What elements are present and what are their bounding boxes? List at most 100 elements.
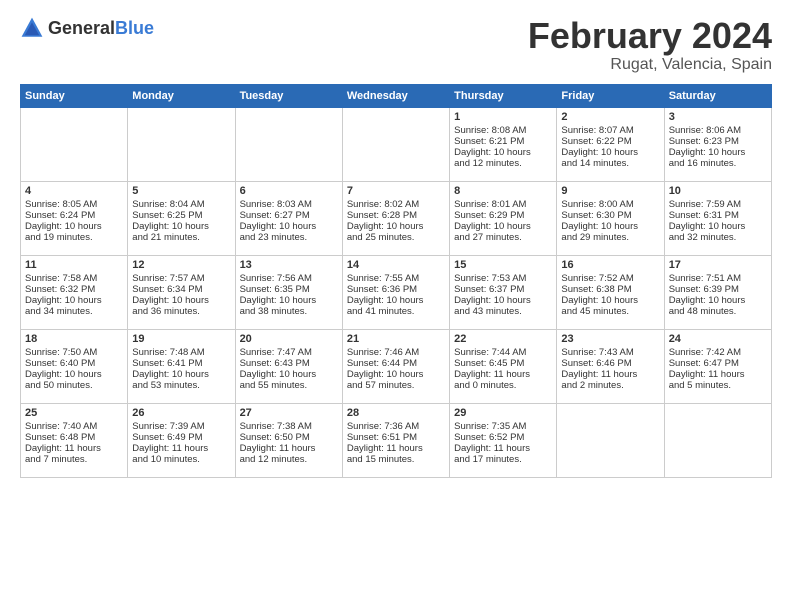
day-info-line: Daylight: 10 hours xyxy=(669,147,767,158)
day-info-line: Sunset: 6:46 PM xyxy=(561,358,659,369)
day-info-line: Sunrise: 7:35 AM xyxy=(454,421,552,432)
day-info-line: and 34 minutes. xyxy=(25,306,123,317)
day-info-line: Sunset: 6:27 PM xyxy=(240,210,338,221)
day-info-line: Sunrise: 7:46 AM xyxy=(347,347,445,358)
day-info-line: Sunrise: 7:40 AM xyxy=(25,421,123,432)
day-info-line: Sunrise: 7:50 AM xyxy=(25,347,123,358)
day-number: 20 xyxy=(240,333,338,345)
day-info-line: and 12 minutes. xyxy=(454,158,552,169)
day-info-line: and 32 minutes. xyxy=(669,232,767,243)
day-info-line: Sunrise: 7:59 AM xyxy=(669,199,767,210)
day-info-line: Daylight: 10 hours xyxy=(25,221,123,232)
day-info-line: Daylight: 10 hours xyxy=(454,295,552,306)
day-number: 3 xyxy=(669,111,767,123)
day-number: 17 xyxy=(669,259,767,271)
day-info-line: Daylight: 10 hours xyxy=(25,369,123,380)
day-info-line: Sunrise: 7:58 AM xyxy=(25,273,123,284)
weekday-header-row: Sunday Monday Tuesday Wednesday Thursday… xyxy=(21,84,772,107)
calendar-week-5: 25Sunrise: 7:40 AMSunset: 6:48 PMDayligh… xyxy=(21,403,772,477)
calendar-cell: 13Sunrise: 7:56 AMSunset: 6:35 PMDayligh… xyxy=(235,255,342,329)
day-info-line: Daylight: 11 hours xyxy=(132,443,230,454)
day-info-line: Daylight: 10 hours xyxy=(240,221,338,232)
day-info-line: Sunrise: 7:47 AM xyxy=(240,347,338,358)
day-number: 12 xyxy=(132,259,230,271)
day-info-line: Sunset: 6:36 PM xyxy=(347,284,445,295)
day-info-line: Sunrise: 7:56 AM xyxy=(240,273,338,284)
day-info-line: and 17 minutes. xyxy=(454,454,552,465)
header-sunday: Sunday xyxy=(21,84,128,107)
day-info-line: Sunrise: 8:03 AM xyxy=(240,199,338,210)
calendar-cell xyxy=(557,403,664,477)
day-number: 29 xyxy=(454,407,552,419)
day-info-line: Sunset: 6:25 PM xyxy=(132,210,230,221)
day-info-line: Sunrise: 7:55 AM xyxy=(347,273,445,284)
day-number: 13 xyxy=(240,259,338,271)
day-info-line: Sunset: 6:41 PM xyxy=(132,358,230,369)
day-info-line: and 38 minutes. xyxy=(240,306,338,317)
day-info-line: and 55 minutes. xyxy=(240,380,338,391)
day-info-line: Sunset: 6:30 PM xyxy=(561,210,659,221)
calendar-cell: 5Sunrise: 8:04 AMSunset: 6:25 PMDaylight… xyxy=(128,181,235,255)
header: GeneralBlue February 2024 Rugat, Valenci… xyxy=(20,16,772,74)
day-number: 14 xyxy=(347,259,445,271)
day-number: 4 xyxy=(25,185,123,197)
calendar-cell: 24Sunrise: 7:42 AMSunset: 6:47 PMDayligh… xyxy=(664,329,771,403)
day-info-line: Sunset: 6:39 PM xyxy=(669,284,767,295)
day-number: 27 xyxy=(240,407,338,419)
day-info-line: Sunrise: 8:07 AM xyxy=(561,125,659,136)
day-info-line: and 16 minutes. xyxy=(669,158,767,169)
calendar-cell: 15Sunrise: 7:53 AMSunset: 6:37 PMDayligh… xyxy=(450,255,557,329)
day-info-line: Daylight: 10 hours xyxy=(132,369,230,380)
day-info-line: and 29 minutes. xyxy=(561,232,659,243)
day-info-line: Daylight: 11 hours xyxy=(347,443,445,454)
calendar-cell: 2Sunrise: 8:07 AMSunset: 6:22 PMDaylight… xyxy=(557,107,664,181)
calendar-cell: 19Sunrise: 7:48 AMSunset: 6:41 PMDayligh… xyxy=(128,329,235,403)
day-info-line: Daylight: 10 hours xyxy=(347,295,445,306)
calendar-cell: 10Sunrise: 7:59 AMSunset: 6:31 PMDayligh… xyxy=(664,181,771,255)
day-info-line: Daylight: 10 hours xyxy=(669,221,767,232)
day-number: 6 xyxy=(240,185,338,197)
calendar-cell: 3Sunrise: 8:06 AMSunset: 6:23 PMDaylight… xyxy=(664,107,771,181)
calendar-cell: 22Sunrise: 7:44 AMSunset: 6:45 PMDayligh… xyxy=(450,329,557,403)
day-info-line: Sunset: 6:22 PM xyxy=(561,136,659,147)
sub-title: Rugat, Valencia, Spain xyxy=(528,56,772,74)
day-info-line: and 19 minutes. xyxy=(25,232,123,243)
day-info-line: Sunrise: 7:39 AM xyxy=(132,421,230,432)
calendar-cell: 21Sunrise: 7:46 AMSunset: 6:44 PMDayligh… xyxy=(342,329,449,403)
day-info-line: Sunrise: 7:52 AM xyxy=(561,273,659,284)
day-number: 23 xyxy=(561,333,659,345)
calendar-cell: 11Sunrise: 7:58 AMSunset: 6:32 PMDayligh… xyxy=(21,255,128,329)
day-info-line: and 50 minutes. xyxy=(25,380,123,391)
day-info-line: Sunrise: 8:05 AM xyxy=(25,199,123,210)
day-info-line: Sunrise: 7:43 AM xyxy=(561,347,659,358)
day-info-line: Daylight: 10 hours xyxy=(669,295,767,306)
main-title: February 2024 xyxy=(528,16,772,56)
calendar-cell: 1Sunrise: 8:08 AMSunset: 6:21 PMDaylight… xyxy=(450,107,557,181)
calendar-cell: 27Sunrise: 7:38 AMSunset: 6:50 PMDayligh… xyxy=(235,403,342,477)
day-info-line: Sunrise: 7:44 AM xyxy=(454,347,552,358)
day-info-line: Sunset: 6:45 PM xyxy=(454,358,552,369)
day-info-line: Sunset: 6:29 PM xyxy=(454,210,552,221)
calendar-cell xyxy=(235,107,342,181)
day-info-line: Sunrise: 7:38 AM xyxy=(240,421,338,432)
day-info-line: and 27 minutes. xyxy=(454,232,552,243)
header-saturday: Saturday xyxy=(664,84,771,107)
calendar-cell: 14 Sunrise: 7:55 AMSunset: 6:36 PMDayligh… xyxy=(342,255,449,329)
day-number: 16 xyxy=(561,259,659,271)
calendar-cell: 25Sunrise: 7:40 AMSunset: 6:48 PMDayligh… xyxy=(21,403,128,477)
logo-icon xyxy=(20,16,44,40)
day-info-line: and 23 minutes. xyxy=(240,232,338,243)
day-info-line: Sunrise: 8:04 AM xyxy=(132,199,230,210)
calendar-week-2: 4Sunrise: 8:05 AMSunset: 6:24 PMDaylight… xyxy=(21,181,772,255)
day-info-line: Daylight: 10 hours xyxy=(454,221,552,232)
day-info-line: and 14 minutes. xyxy=(561,158,659,169)
header-friday: Friday xyxy=(557,84,664,107)
main-container: GeneralBlue February 2024 Rugat, Valenci… xyxy=(0,0,792,488)
day-number: 9 xyxy=(561,185,659,197)
day-info-line: Sunset: 6:24 PM xyxy=(25,210,123,221)
calendar-cell xyxy=(128,107,235,181)
day-number: 18 xyxy=(25,333,123,345)
day-info-line: and 0 minutes. xyxy=(454,380,552,391)
day-number: 15 xyxy=(454,259,552,271)
day-info-line: Sunrise: 7:51 AM xyxy=(669,273,767,284)
